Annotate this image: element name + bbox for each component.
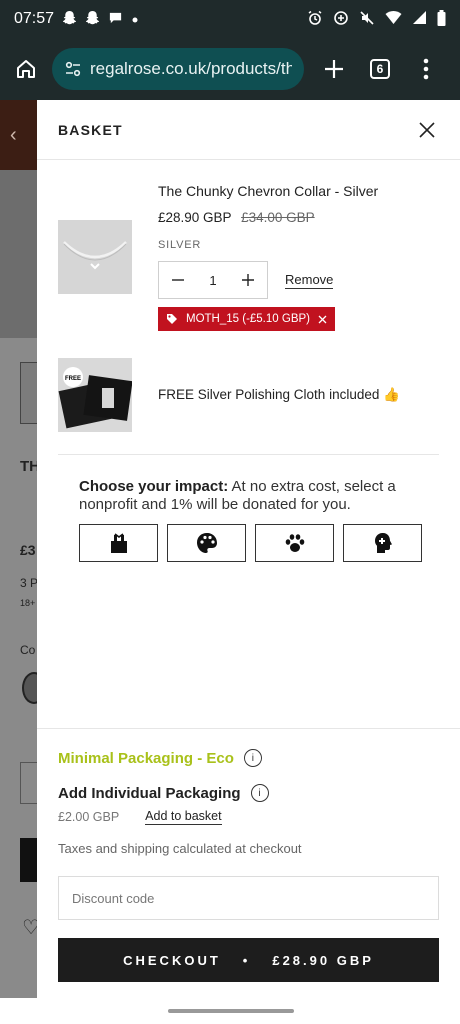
quantity-value[interactable]: 1: [209, 273, 216, 288]
polishing-cloth-image: FREE: [58, 367, 133, 429]
dot-icon: [131, 12, 139, 27]
info-icon[interactable]: i: [250, 784, 269, 802]
system-icons: [307, 9, 446, 29]
browser-toolbar: regalrose.co.uk/products/th 6: [0, 38, 460, 100]
individual-packaging-price: £2.00 GBP: [58, 810, 120, 824]
item-info: The Chunky Chevron Collar - Silver £28.9…: [158, 183, 378, 331]
site-settings-icon[interactable]: [64, 60, 82, 78]
snapchat-icon: [85, 10, 100, 28]
home-button[interactable]: [10, 53, 42, 85]
home-icon: [17, 60, 35, 78]
chevron-left-icon: ‹: [10, 124, 17, 146]
tag-icon: [167, 314, 177, 324]
impact-options: [79, 524, 424, 562]
remove-item-link[interactable]: Remove: [285, 272, 334, 289]
checkout-label: CHECKOUT: [123, 952, 221, 968]
system-navigation-bar: [0, 998, 460, 1024]
chat-icon: [108, 10, 123, 28]
impact-description: Choose your impact: At no extra cost, se…: [79, 478, 424, 514]
add-packaging-link[interactable]: Add to basket: [145, 809, 222, 825]
signal-icon: [412, 10, 427, 28]
palette-icon: [196, 533, 217, 553]
discount-code-input[interactable]: [58, 876, 439, 920]
eco-packaging-row: Minimal Packaging - Eco i: [58, 749, 262, 767]
free-gift-item: FREE FREE Silver Polishing Cloth include…: [58, 358, 439, 432]
notification-icons: [62, 10, 139, 28]
impact-option-mental-health[interactable]: [343, 524, 422, 562]
gesture-handle[interactable]: [168, 1009, 294, 1013]
mute-icon: [359, 10, 375, 29]
tab-switcher-button[interactable]: 6: [360, 49, 400, 89]
gift-icon: [110, 533, 127, 553]
tax-note: Taxes and shipping calculated at checkou…: [58, 841, 302, 856]
individual-packaging-row: Add Individual Packaging i: [58, 784, 269, 802]
individual-packaging-label: Add Individual Packaging: [58, 784, 241, 802]
basket-header: BASKET: [37, 100, 460, 160]
more-vert-icon: [423, 58, 429, 80]
impact-heading: Choose your impact:: [79, 478, 229, 495]
battery-icon: [437, 9, 446, 29]
item-price: £28.90 GBP: [158, 210, 232, 225]
basket-footer: Minimal Packaging - Eco i Add Individual…: [37, 728, 460, 982]
info-icon[interactable]: i: [243, 749, 262, 767]
snapchat-icon: [62, 10, 77, 28]
close-icon: [419, 121, 435, 138]
mind-icon: [374, 533, 392, 553]
checkout-button[interactable]: CHECKOUT • £28.90 GBP: [58, 938, 439, 982]
minus-icon: [172, 278, 184, 281]
remove-discount-icon[interactable]: [318, 315, 327, 324]
data-saver-icon: [333, 10, 349, 29]
item-variant: SILVER: [158, 239, 202, 251]
status-bar: 07:57: [0, 0, 460, 38]
basket-drawer: BASKET The Chunky Chevron Collar - Silve…: [37, 100, 460, 998]
discount-code-text: MOTH_15 (-£5.10 GBP): [186, 313, 310, 325]
item-price-row: £28.90 GBP £34.00 GBP: [158, 210, 378, 225]
wifi-icon: [385, 10, 402, 28]
new-tab-button[interactable]: [314, 49, 354, 89]
address-bar[interactable]: regalrose.co.uk/products/th: [52, 48, 304, 90]
paw-icon: [285, 534, 304, 552]
necklace-image: [63, 241, 127, 270]
divider: [58, 454, 439, 455]
discount-tag: MOTH_15 (-£5.10 GBP): [158, 307, 335, 331]
checkout-total: £28.90 GBP: [272, 952, 374, 968]
decrease-quantity-button[interactable]: [171, 272, 185, 289]
close-basket-button[interactable]: [415, 118, 439, 142]
basket-line-item: The Chunky Chevron Collar - Silver £28.9…: [58, 183, 439, 343]
impact-option-animals[interactable]: [255, 524, 334, 562]
product-thumbnail-image[interactable]: [58, 220, 132, 294]
plus-icon: [325, 60, 343, 78]
bg-product-small: 18+: [20, 598, 36, 608]
bg-product-label: Co: [20, 643, 36, 657]
bg-product-price: £3: [20, 542, 36, 558]
plus-icon: [241, 273, 254, 286]
free-badge: FREE: [65, 376, 81, 382]
gift-image: FREE: [58, 358, 133, 432]
individual-packaging-price-row: £2.00 GBP Add to basket: [58, 809, 222, 825]
eco-packaging-label: Minimal Packaging - Eco: [58, 749, 234, 767]
checkout-separator: •: [242, 952, 251, 968]
gift-description: FREE Silver Polishing Cloth included 👍: [158, 387, 400, 402]
item-name[interactable]: The Chunky Chevron Collar - Silver: [158, 183, 378, 199]
browser-menu-button[interactable]: [406, 49, 446, 89]
impact-option-gift[interactable]: [79, 524, 158, 562]
tab-count: 6: [370, 59, 390, 79]
quantity-row: 1 Remove: [158, 261, 378, 299]
item-compare-price: £34.00 GBP: [241, 210, 315, 225]
status-time: 07:57: [14, 10, 55, 27]
bg-product-line: 3 P: [20, 576, 39, 590]
impact-option-arts[interactable]: [167, 524, 246, 562]
impact-section: Choose your impact: At no extra cost, se…: [79, 478, 424, 562]
quantity-stepper: 1: [158, 261, 268, 299]
increase-quantity-button[interactable]: [241, 272, 255, 289]
alarm-icon: [307, 10, 323, 29]
url-text: regalrose.co.uk/products/th: [90, 59, 292, 78]
basket-title: BASKET: [58, 121, 123, 138]
